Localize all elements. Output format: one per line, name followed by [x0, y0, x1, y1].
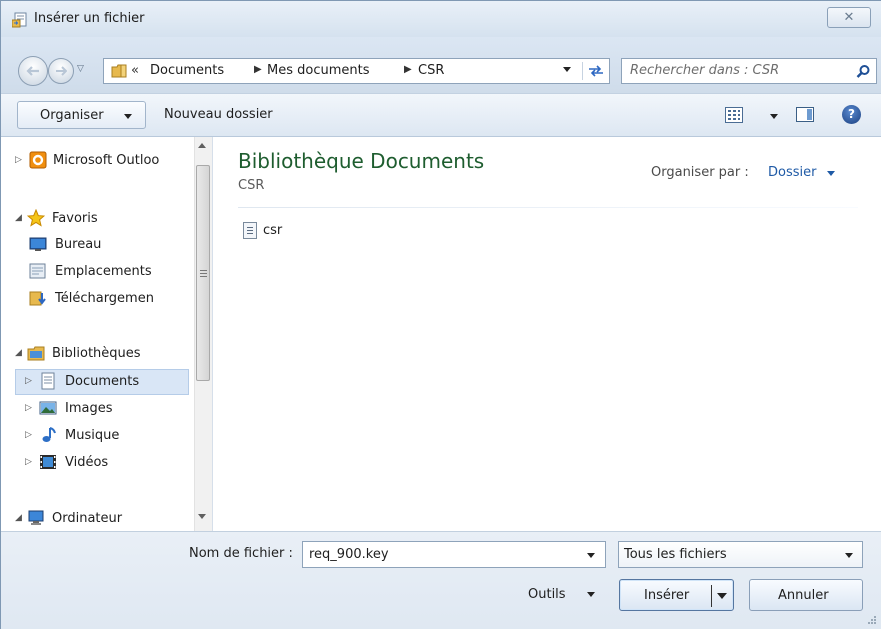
expand-icon[interactable]: ▷	[25, 403, 32, 413]
arrange-by-label: Organiser par :	[651, 165, 749, 180]
back-button[interactable]	[18, 56, 48, 86]
filename-field[interactable]: req_900.key	[302, 541, 606, 568]
preview-pane-icon[interactable]	[796, 107, 814, 122]
breadcrumb-separator-icon[interactable]: ▶	[404, 64, 412, 75]
refresh-icon	[589, 65, 603, 77]
chevron-down-icon[interactable]	[827, 171, 835, 176]
file-type-select[interactable]: Tous les fichiers	[618, 541, 863, 568]
recent-locations-button[interactable]: ▽	[77, 64, 89, 76]
outlook-icon	[29, 151, 47, 169]
filename-history-dropdown-icon[interactable]	[587, 553, 595, 558]
forward-arrow-icon	[56, 66, 67, 76]
file-name: csr	[263, 223, 283, 238]
insert-button-label: Insérer	[644, 588, 690, 603]
pictures-icon	[39, 401, 57, 415]
file-type-value: Tous les fichiers	[624, 547, 727, 562]
library-folder-icon	[111, 64, 127, 78]
videos-icon	[40, 455, 56, 469]
arrange-by-dropdown[interactable]: Dossier	[768, 165, 816, 180]
filename-value[interactable]: req_900.key	[309, 547, 389, 562]
search-box[interactable]: Rechercher dans : CSR	[621, 58, 877, 84]
refresh-button[interactable]	[582, 62, 606, 80]
file-item[interactable]: csr	[243, 221, 303, 241]
sidebar-item-label: Favoris	[52, 211, 98, 226]
sidebar-item-label: Microsoft Outloo	[53, 153, 160, 168]
navigation-scrollbar[interactable]	[194, 137, 212, 531]
chevron-down-icon	[124, 114, 132, 119]
title-bar: Insérer un fichier ✕	[1, 1, 881, 37]
sidebar-item-label: Emplacements	[55, 264, 152, 279]
sidebar-item-label: Ordinateur	[52, 511, 123, 526]
cancel-button-label: Annuler	[778, 588, 829, 603]
file-list-pane: Bibliothèque Documents CSR Organiser par…	[213, 137, 881, 531]
chevron-down-icon[interactable]	[845, 553, 853, 558]
scroll-up-icon[interactable]	[198, 143, 206, 148]
sidebar-item-label: Bureau	[55, 237, 102, 252]
expand-icon[interactable]: ▷	[25, 376, 32, 386]
breadcrumb-mes-documents[interactable]: Mes documents	[267, 63, 369, 78]
recent-places-icon	[29, 263, 46, 279]
change-view-icon[interactable]	[725, 107, 743, 123]
scroll-grip-icon	[200, 270, 207, 271]
music-icon	[42, 427, 56, 442]
sidebar-item-label: Téléchargemen	[55, 291, 154, 306]
back-arrow-icon	[26, 66, 39, 76]
sidebar-item-label: Vidéos	[65, 455, 109, 470]
expand-icon[interactable]: ▷	[15, 155, 22, 165]
collapse-icon[interactable]: ◢	[15, 348, 22, 358]
close-button[interactable]: ✕	[827, 7, 871, 28]
library-subtitle: CSR	[238, 178, 265, 193]
documents-icon	[41, 372, 55, 390]
expand-icon[interactable]: ▷	[25, 457, 32, 467]
sidebar-item-label: Documents	[65, 374, 140, 389]
expand-icon[interactable]: ▷	[25, 430, 32, 440]
address-overflow-chevron[interactable]: «	[131, 63, 139, 78]
view-options-dropdown-icon[interactable]	[770, 114, 778, 119]
breadcrumb-separator-icon[interactable]: ▶	[254, 64, 262, 75]
navigation-pane: ▷ Microsoft Outloo ◢ Favoris Bureau Empl…	[1, 137, 213, 531]
breadcrumb-documents[interactable]: Documents	[150, 63, 224, 78]
desktop-icon	[29, 237, 47, 251]
insert-file-dialog: Insérer un fichier ✕ ▽ « Documents ▶ Mes…	[0, 0, 881, 629]
collapse-icon[interactable]: ◢	[15, 513, 22, 523]
library-title: Bibliothèque Documents	[238, 149, 485, 173]
window-title: Insérer un fichier	[34, 11, 145, 26]
insert-file-icon	[12, 12, 27, 28]
search-input[interactable]: Rechercher dans : CSR	[630, 63, 779, 78]
address-dropdown-icon[interactable]	[563, 67, 571, 72]
scroll-down-icon[interactable]	[198, 514, 206, 519]
chevron-down-icon[interactable]	[587, 592, 595, 597]
search-icon[interactable]	[856, 64, 871, 79]
new-folder-button[interactable]: Nouveau dossier	[164, 107, 273, 122]
sidebar-item-label: Musique	[65, 428, 120, 443]
downloads-icon	[29, 291, 46, 306]
header-divider	[238, 207, 858, 208]
close-icon: ✕	[843, 10, 855, 25]
address-bar[interactable]: « Documents ▶ Mes documents ▶ CSR	[103, 58, 610, 84]
scroll-thumb[interactable]	[196, 165, 210, 381]
organize-button[interactable]: Organiser	[17, 101, 146, 129]
forward-button[interactable]	[48, 58, 74, 84]
libraries-icon	[27, 346, 45, 361]
star-icon	[27, 209, 45, 227]
filename-label: Nom de fichier :	[189, 546, 293, 561]
insert-button[interactable]: Insérer	[619, 579, 734, 611]
sidebar-item-label: Images	[65, 401, 113, 416]
organize-label: Organiser	[40, 108, 104, 123]
computer-icon	[28, 510, 44, 525]
resize-grip-icon[interactable]	[867, 615, 877, 625]
breadcrumb-csr[interactable]: CSR	[418, 63, 444, 78]
sidebar-item-label: Bibliothèques	[52, 346, 141, 361]
split-divider	[711, 585, 712, 607]
tools-menu-button[interactable]: Outils	[528, 587, 566, 602]
cancel-button[interactable]: Annuler	[749, 579, 863, 611]
text-file-icon	[243, 222, 257, 239]
collapse-icon[interactable]: ◢	[15, 213, 22, 223]
help-icon[interactable]: ?	[842, 105, 861, 124]
insert-options-dropdown-icon[interactable]	[717, 593, 727, 599]
